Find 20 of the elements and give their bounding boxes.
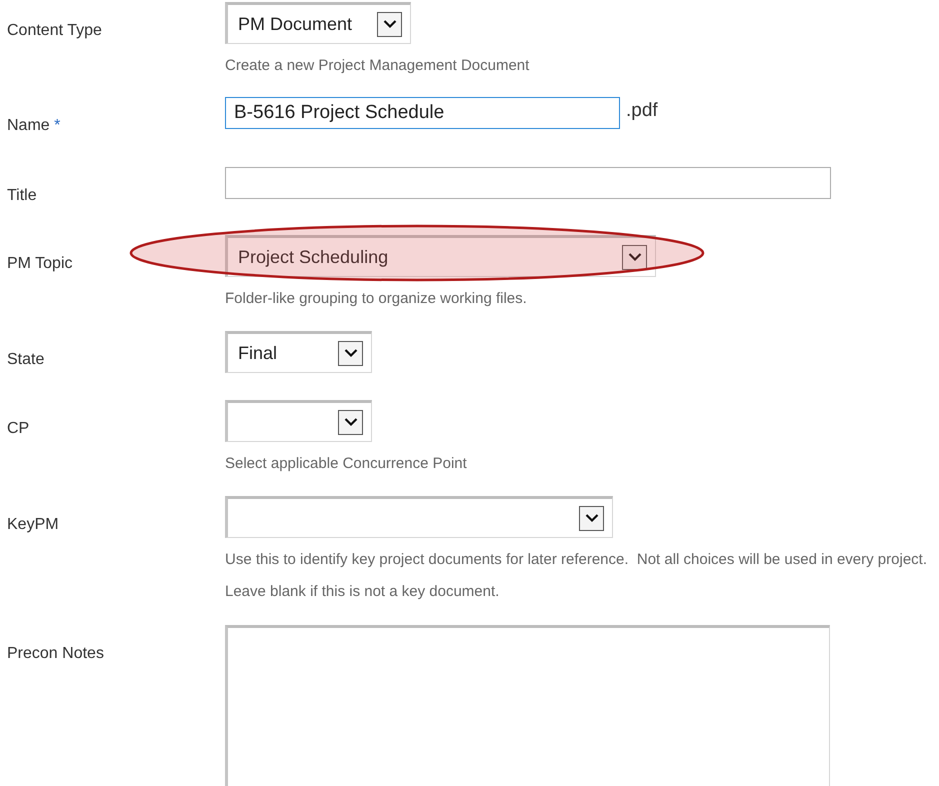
field-label: State [7,351,44,368]
field-label: PM Topic [7,255,73,272]
field-label: Precon Notes [7,645,104,662]
notes-field[interactable] [225,625,830,786]
dropdown[interactable]: Final [225,331,372,373]
field-hint: Folder-like grouping to organize working files. [225,289,528,309]
file-extension: .pdf [626,99,658,123]
field-hint: Create a new Project Management Document [225,56,530,76]
dropdown[interactable]: PM Document [225,2,411,44]
text-field[interactable]: B-5616 Project Schedule [225,97,620,129]
dropdown[interactable]: Project Scheduling [225,235,656,277]
field-label: Content Type [7,22,102,39]
field-label: KeyPM [7,516,59,533]
field-label: CP [7,420,30,437]
dropdown[interactable] [225,400,372,442]
field-hint: Select applicable Concurrence Point [225,454,468,474]
field-label: Name * [7,117,60,134]
text-field[interactable] [225,167,831,199]
field-hint: Use this to identify key project documents for later reference. Not all choices will be used in every project. Leave blank if this is not a key document. [225,550,928,602]
field-label: Title [7,187,37,204]
